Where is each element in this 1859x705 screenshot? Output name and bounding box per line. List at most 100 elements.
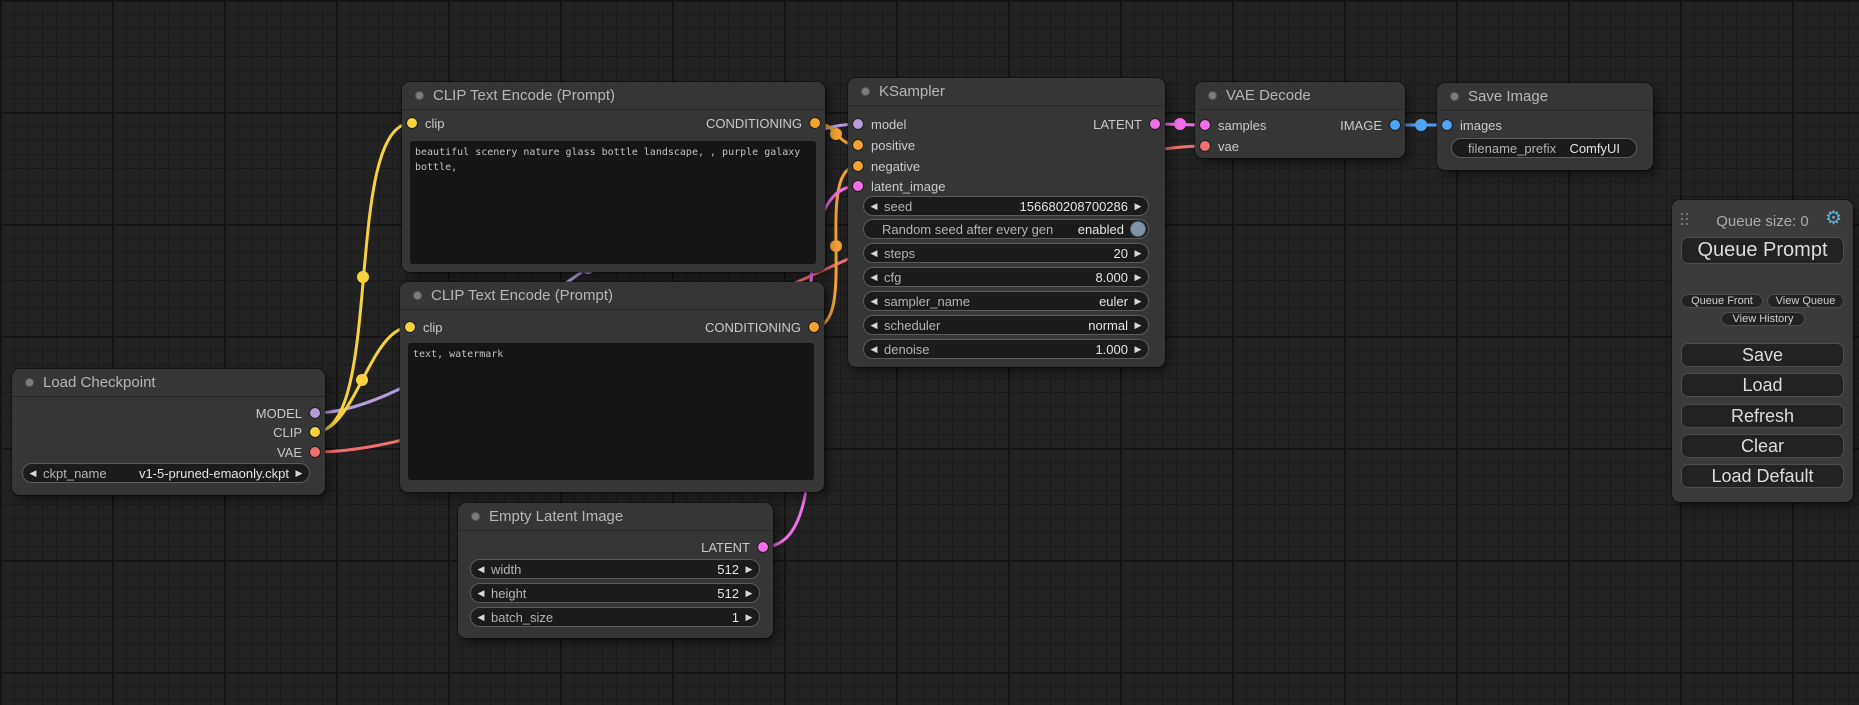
collapse-dot-icon[interactable] <box>413 291 422 300</box>
increment-arrow-icon[interactable]: ▶ <box>1128 344 1148 355</box>
decrement-arrow-icon[interactable]: ◀ <box>471 564 491 575</box>
port-output-latent[interactable]: LATENT <box>701 537 768 557</box>
port-output-latent[interactable]: LATENT <box>1093 114 1160 134</box>
port-dot-latent[interactable] <box>853 181 863 191</box>
view-history-button[interactable]: View History <box>1721 312 1805 326</box>
view-queue-button[interactable]: View Queue <box>1767 294 1844 308</box>
decrement-arrow-icon[interactable]: ◀ <box>864 201 884 212</box>
increment-arrow-icon[interactable]: ▶ <box>1128 320 1148 331</box>
widget-sampler-name[interactable]: ◀ sampler_name euler ▶ <box>863 291 1149 311</box>
node-ksampler[interactable]: KSampler model positive negative latent_… <box>848 78 1165 367</box>
port-output-vae[interactable]: VAE <box>277 442 320 462</box>
prompt-textarea[interactable]: beautiful scenery nature glass bottle la… <box>410 141 816 264</box>
port-input-clip[interactable]: clip <box>407 113 445 133</box>
widget-scheduler[interactable]: ◀ scheduler normal ▶ <box>863 315 1149 335</box>
port-input-samples[interactable]: samples <box>1200 115 1266 135</box>
node-header[interactable]: CLIP Text Encode (Prompt) <box>400 282 824 310</box>
decrement-arrow-icon[interactable]: ◀ <box>471 588 491 599</box>
widget-height[interactable]: ◀ height 512 ▶ <box>470 583 760 603</box>
port-input-model[interactable]: model <box>853 114 906 134</box>
widget-ckpt-name[interactable]: ◀ ckpt_name v1-5-pruned-emaonly.ckpt ▶ <box>22 463 310 483</box>
node-load-checkpoint[interactable]: Load Checkpoint MODEL CLIP VAE ◀ ckpt_na… <box>12 369 325 495</box>
save-button[interactable]: Save <box>1681 343 1844 367</box>
decrement-arrow-icon[interactable]: ◀ <box>864 320 884 331</box>
collapse-dot-icon[interactable] <box>471 512 480 521</box>
widget-denoise[interactable]: ◀ denoise 1.000 ▶ <box>863 339 1149 359</box>
port-dot-conditioning[interactable] <box>810 118 820 128</box>
node-header[interactable]: Load Checkpoint <box>12 369 325 397</box>
node-empty-latent-image[interactable]: Empty Latent Image LATENT ◀ width 512 ▶ … <box>458 503 773 638</box>
port-dot-latent[interactable] <box>1150 119 1160 129</box>
port-input-negative[interactable]: negative <box>853 156 920 176</box>
widget-steps[interactable]: ◀ steps 20 ▶ <box>863 243 1149 263</box>
widget-cfg[interactable]: ◀ cfg 8.000 ▶ <box>863 267 1149 287</box>
increment-arrow-icon[interactable]: ▶ <box>739 564 759 575</box>
port-input-latent-image[interactable]: latent_image <box>853 176 945 196</box>
increment-arrow-icon[interactable]: ▶ <box>739 588 759 599</box>
collapse-dot-icon[interactable] <box>25 378 34 387</box>
queue-front-button[interactable]: Queue Front <box>1681 294 1763 308</box>
node-clip-text-encode-negative[interactable]: CLIP Text Encode (Prompt) clip CONDITION… <box>400 282 824 492</box>
node-header[interactable]: KSampler <box>848 78 1165 106</box>
collapse-dot-icon[interactable] <box>1450 92 1459 101</box>
collapse-dot-icon[interactable] <box>1208 91 1217 100</box>
prompt-textarea[interactable]: text, watermark <box>408 343 814 480</box>
node-save-image[interactable]: Save Image images filename_prefix ComfyU… <box>1437 83 1653 170</box>
load-default-button[interactable]: Load Default <box>1681 464 1844 488</box>
increment-arrow-icon[interactable]: ▶ <box>739 612 759 623</box>
decrement-arrow-icon[interactable]: ◀ <box>864 344 884 355</box>
decrement-arrow-icon[interactable]: ◀ <box>864 248 884 259</box>
comfyui-canvas[interactable]: { "colors": { "model": "#b39ddb", "clip"… <box>0 0 1859 705</box>
increment-arrow-icon[interactable]: ▶ <box>1128 296 1148 307</box>
collapse-dot-icon[interactable] <box>415 91 424 100</box>
node-header[interactable]: Save Image <box>1437 83 1653 111</box>
collapse-dot-icon[interactable] <box>861 87 870 96</box>
port-dot-vae[interactable] <box>1200 141 1210 151</box>
increment-arrow-icon[interactable]: ▶ <box>289 468 309 479</box>
port-output-conditioning[interactable]: CONDITIONING <box>706 113 820 133</box>
port-dot-conditioning[interactable] <box>809 322 819 332</box>
decrement-arrow-icon[interactable]: ◀ <box>864 272 884 283</box>
widget-random-seed-toggle[interactable]: Random seed after every gen enabled <box>863 219 1149 239</box>
widget-seed[interactable]: ◀ seed 156680208700286 ▶ <box>863 196 1149 216</box>
port-dot-clip[interactable] <box>310 427 320 437</box>
port-dot-vae[interactable] <box>310 447 320 457</box>
settings-gear-icon[interactable]: ⚙ <box>1825 209 1842 228</box>
increment-arrow-icon[interactable]: ▶ <box>1128 201 1148 212</box>
port-input-positive[interactable]: positive <box>853 135 915 155</box>
port-output-model[interactable]: MODEL <box>256 403 320 423</box>
port-dot-latent[interactable] <box>758 542 768 552</box>
clear-button[interactable]: Clear <box>1681 434 1844 458</box>
port-output-clip[interactable]: CLIP <box>273 422 320 442</box>
port-dot-clip[interactable] <box>407 118 417 128</box>
port-dot-image[interactable] <box>1442 120 1452 130</box>
node-clip-text-encode-positive[interactable]: CLIP Text Encode (Prompt) clip CONDITION… <box>402 82 825 272</box>
port-input-vae[interactable]: vae <box>1200 136 1239 156</box>
widget-width[interactable]: ◀ width 512 ▶ <box>470 559 760 579</box>
widget-filename-prefix[interactable]: filename_prefix ComfyUI <box>1451 138 1637 158</box>
node-header[interactable]: Empty Latent Image <box>458 503 773 531</box>
port-dot-clip[interactable] <box>405 322 415 332</box>
port-dot-conditioning[interactable] <box>853 161 863 171</box>
port-input-images[interactable]: images <box>1442 115 1502 135</box>
port-input-clip[interactable]: clip <box>405 317 443 337</box>
toggle-knob-icon[interactable] <box>1130 221 1146 237</box>
widget-batch-size[interactable]: ◀ batch_size 1 ▶ <box>470 607 760 627</box>
port-dot-latent[interactable] <box>1200 120 1210 130</box>
increment-arrow-icon[interactable]: ▶ <box>1128 248 1148 259</box>
port-dot-model[interactable] <box>853 119 863 129</box>
port-dot-conditioning[interactable] <box>853 140 863 150</box>
refresh-button[interactable]: Refresh <box>1681 404 1844 428</box>
port-dot-model[interactable] <box>310 408 320 418</box>
queue-prompt-button[interactable]: Queue Prompt <box>1681 237 1844 264</box>
load-button[interactable]: Load <box>1681 373 1844 397</box>
increment-arrow-icon[interactable]: ▶ <box>1128 272 1148 283</box>
decrement-arrow-icon[interactable]: ◀ <box>864 296 884 307</box>
decrement-arrow-icon[interactable]: ◀ <box>471 612 491 623</box>
port-output-conditioning[interactable]: CONDITIONING <box>705 317 819 337</box>
decrement-arrow-icon[interactable]: ◀ <box>23 468 43 479</box>
node-header[interactable]: CLIP Text Encode (Prompt) <box>402 82 825 110</box>
port-dot-image[interactable] <box>1390 120 1400 130</box>
node-vae-decode[interactable]: VAE Decode samples vae IMAGE <box>1195 82 1405 158</box>
node-header[interactable]: VAE Decode <box>1195 82 1405 110</box>
